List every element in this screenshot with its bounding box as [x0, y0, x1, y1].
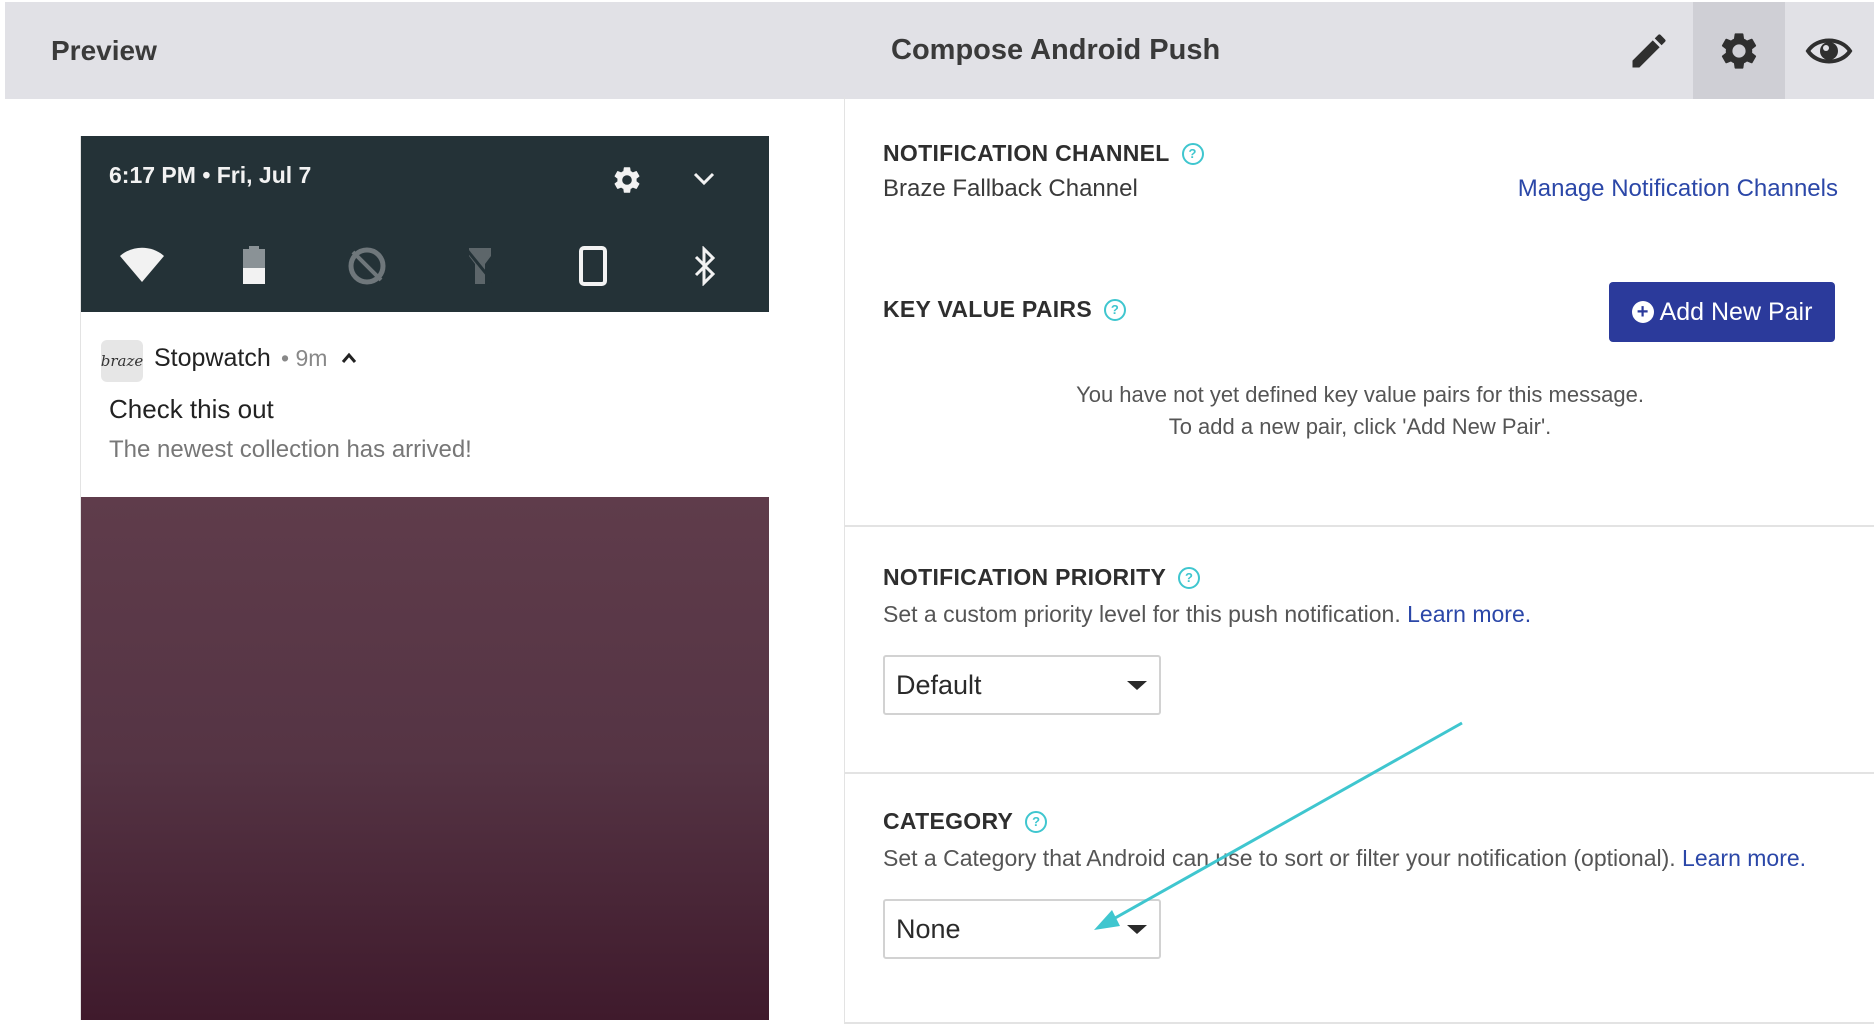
help-icon[interactable]: ?: [1181, 142, 1204, 165]
flashlight-off-icon: [465, 248, 495, 284]
key-value-pairs-heading: KEY VALUE PAIRS ?: [883, 296, 1126, 323]
notification-channel-title: NOTIFICATION CHANNEL: [883, 140, 1170, 166]
settings-panel: NOTIFICATION CHANNEL ? Braze Fallback Ch…: [844, 97, 1874, 1024]
edit-button[interactable]: [1603, 2, 1695, 99]
priority-selected-value: Default: [896, 670, 982, 700]
plus-circle-icon: +: [1631, 301, 1654, 323]
chevron-down-icon: [693, 172, 715, 186]
notification-channel-heading: NOTIFICATION CHANNEL ?: [883, 140, 1204, 167]
category-description-text: Set a Category that Android can use to s…: [883, 845, 1676, 871]
rotation-icon: [579, 246, 607, 286]
channel-and-kv-section: NOTIFICATION CHANNEL ? Braze Fallback Ch…: [845, 97, 1874, 527]
app-name: Stopwatch: [154, 344, 271, 372]
notification-priority-section: NOTIFICATION PRIORITY ? Set a custom pri…: [845, 527, 1874, 774]
help-icon[interactable]: ?: [1103, 298, 1126, 321]
category-description: Set a Category that Android can use to s…: [883, 845, 1806, 872]
eye-icon: [1805, 38, 1853, 63]
category-selected-value: None: [896, 914, 961, 944]
caret-down-icon: [1127, 925, 1147, 934]
add-new-pair-label: Add New Pair: [1659, 297, 1813, 326]
kv-empty-line-2: To add a new pair, click 'Add New Pair'.: [1168, 414, 1552, 439]
status-time: 6:17 PM • Fri, Jul 7: [109, 162, 312, 188]
notification-channel-value: Braze Fallback Channel: [883, 175, 1138, 202]
pencil-icon: [1632, 33, 1666, 67]
page-title: Compose Android Push: [891, 34, 1221, 66]
chevron-up-icon[interactable]: [341, 352, 357, 364]
android-preview: 6:17 PM • Fri, Jul 7 braze Stopwatch • 9…: [80, 136, 769, 1020]
priority-select[interactable]: Default: [883, 655, 1161, 715]
notification-body: The newest collection has arrived!: [109, 436, 472, 463]
help-icon[interactable]: ?: [1178, 566, 1201, 589]
kv-empty-line-1: You have not yet defined key value pairs…: [1076, 382, 1644, 407]
preview-eye-button[interactable]: [1783, 2, 1874, 99]
notification-priority-heading: NOTIFICATION PRIORITY ?: [883, 564, 1201, 591]
category-learn-more-link[interactable]: Learn more.: [1682, 845, 1806, 871]
wifi-icon: [120, 247, 164, 282]
gear-icon: [614, 167, 640, 193]
top-bar: Preview Compose Android Push: [5, 2, 1874, 99]
notification-shade: 6:17 PM • Fri, Jul 7: [81, 136, 769, 312]
category-title: CATEGORY: [883, 808, 1014, 834]
category-select[interactable]: None: [883, 899, 1161, 959]
app-icon: braze: [101, 340, 143, 382]
preview-label: Preview: [51, 35, 157, 66]
priority-description-text: Set a custom priority level for this pus…: [883, 601, 1401, 627]
notification-title: Check this out: [109, 394, 274, 424]
gear-icon: [1721, 32, 1757, 69]
key-value-pairs-title: KEY VALUE PAIRS: [883, 296, 1092, 322]
caret-down-icon: [1127, 681, 1147, 690]
notification-time: • 9m: [281, 345, 328, 371]
battery-icon: [243, 246, 265, 284]
help-icon[interactable]: ?: [1025, 810, 1048, 833]
bluetooth-icon: [694, 246, 716, 286]
notification-priority-title: NOTIFICATION PRIORITY: [883, 564, 1167, 590]
category-section: CATEGORY ? Set a Category that Android c…: [845, 774, 1874, 1024]
priority-learn-more-link[interactable]: Learn more.: [1407, 601, 1531, 627]
settings-button[interactable]: [1693, 2, 1785, 99]
notification-priority-description: Set a custom priority level for this pus…: [883, 601, 1531, 628]
manage-notification-channels-link[interactable]: Manage Notification Channels: [1518, 175, 1838, 203]
data-saver-off-icon: [348, 247, 386, 285]
category-heading: CATEGORY ?: [883, 808, 1048, 835]
push-notification[interactable]: braze Stopwatch • 9m Check this out The …: [81, 312, 769, 497]
add-new-pair-button[interactable]: + Add New Pair: [1609, 282, 1835, 342]
wallpaper: [81, 497, 769, 1020]
